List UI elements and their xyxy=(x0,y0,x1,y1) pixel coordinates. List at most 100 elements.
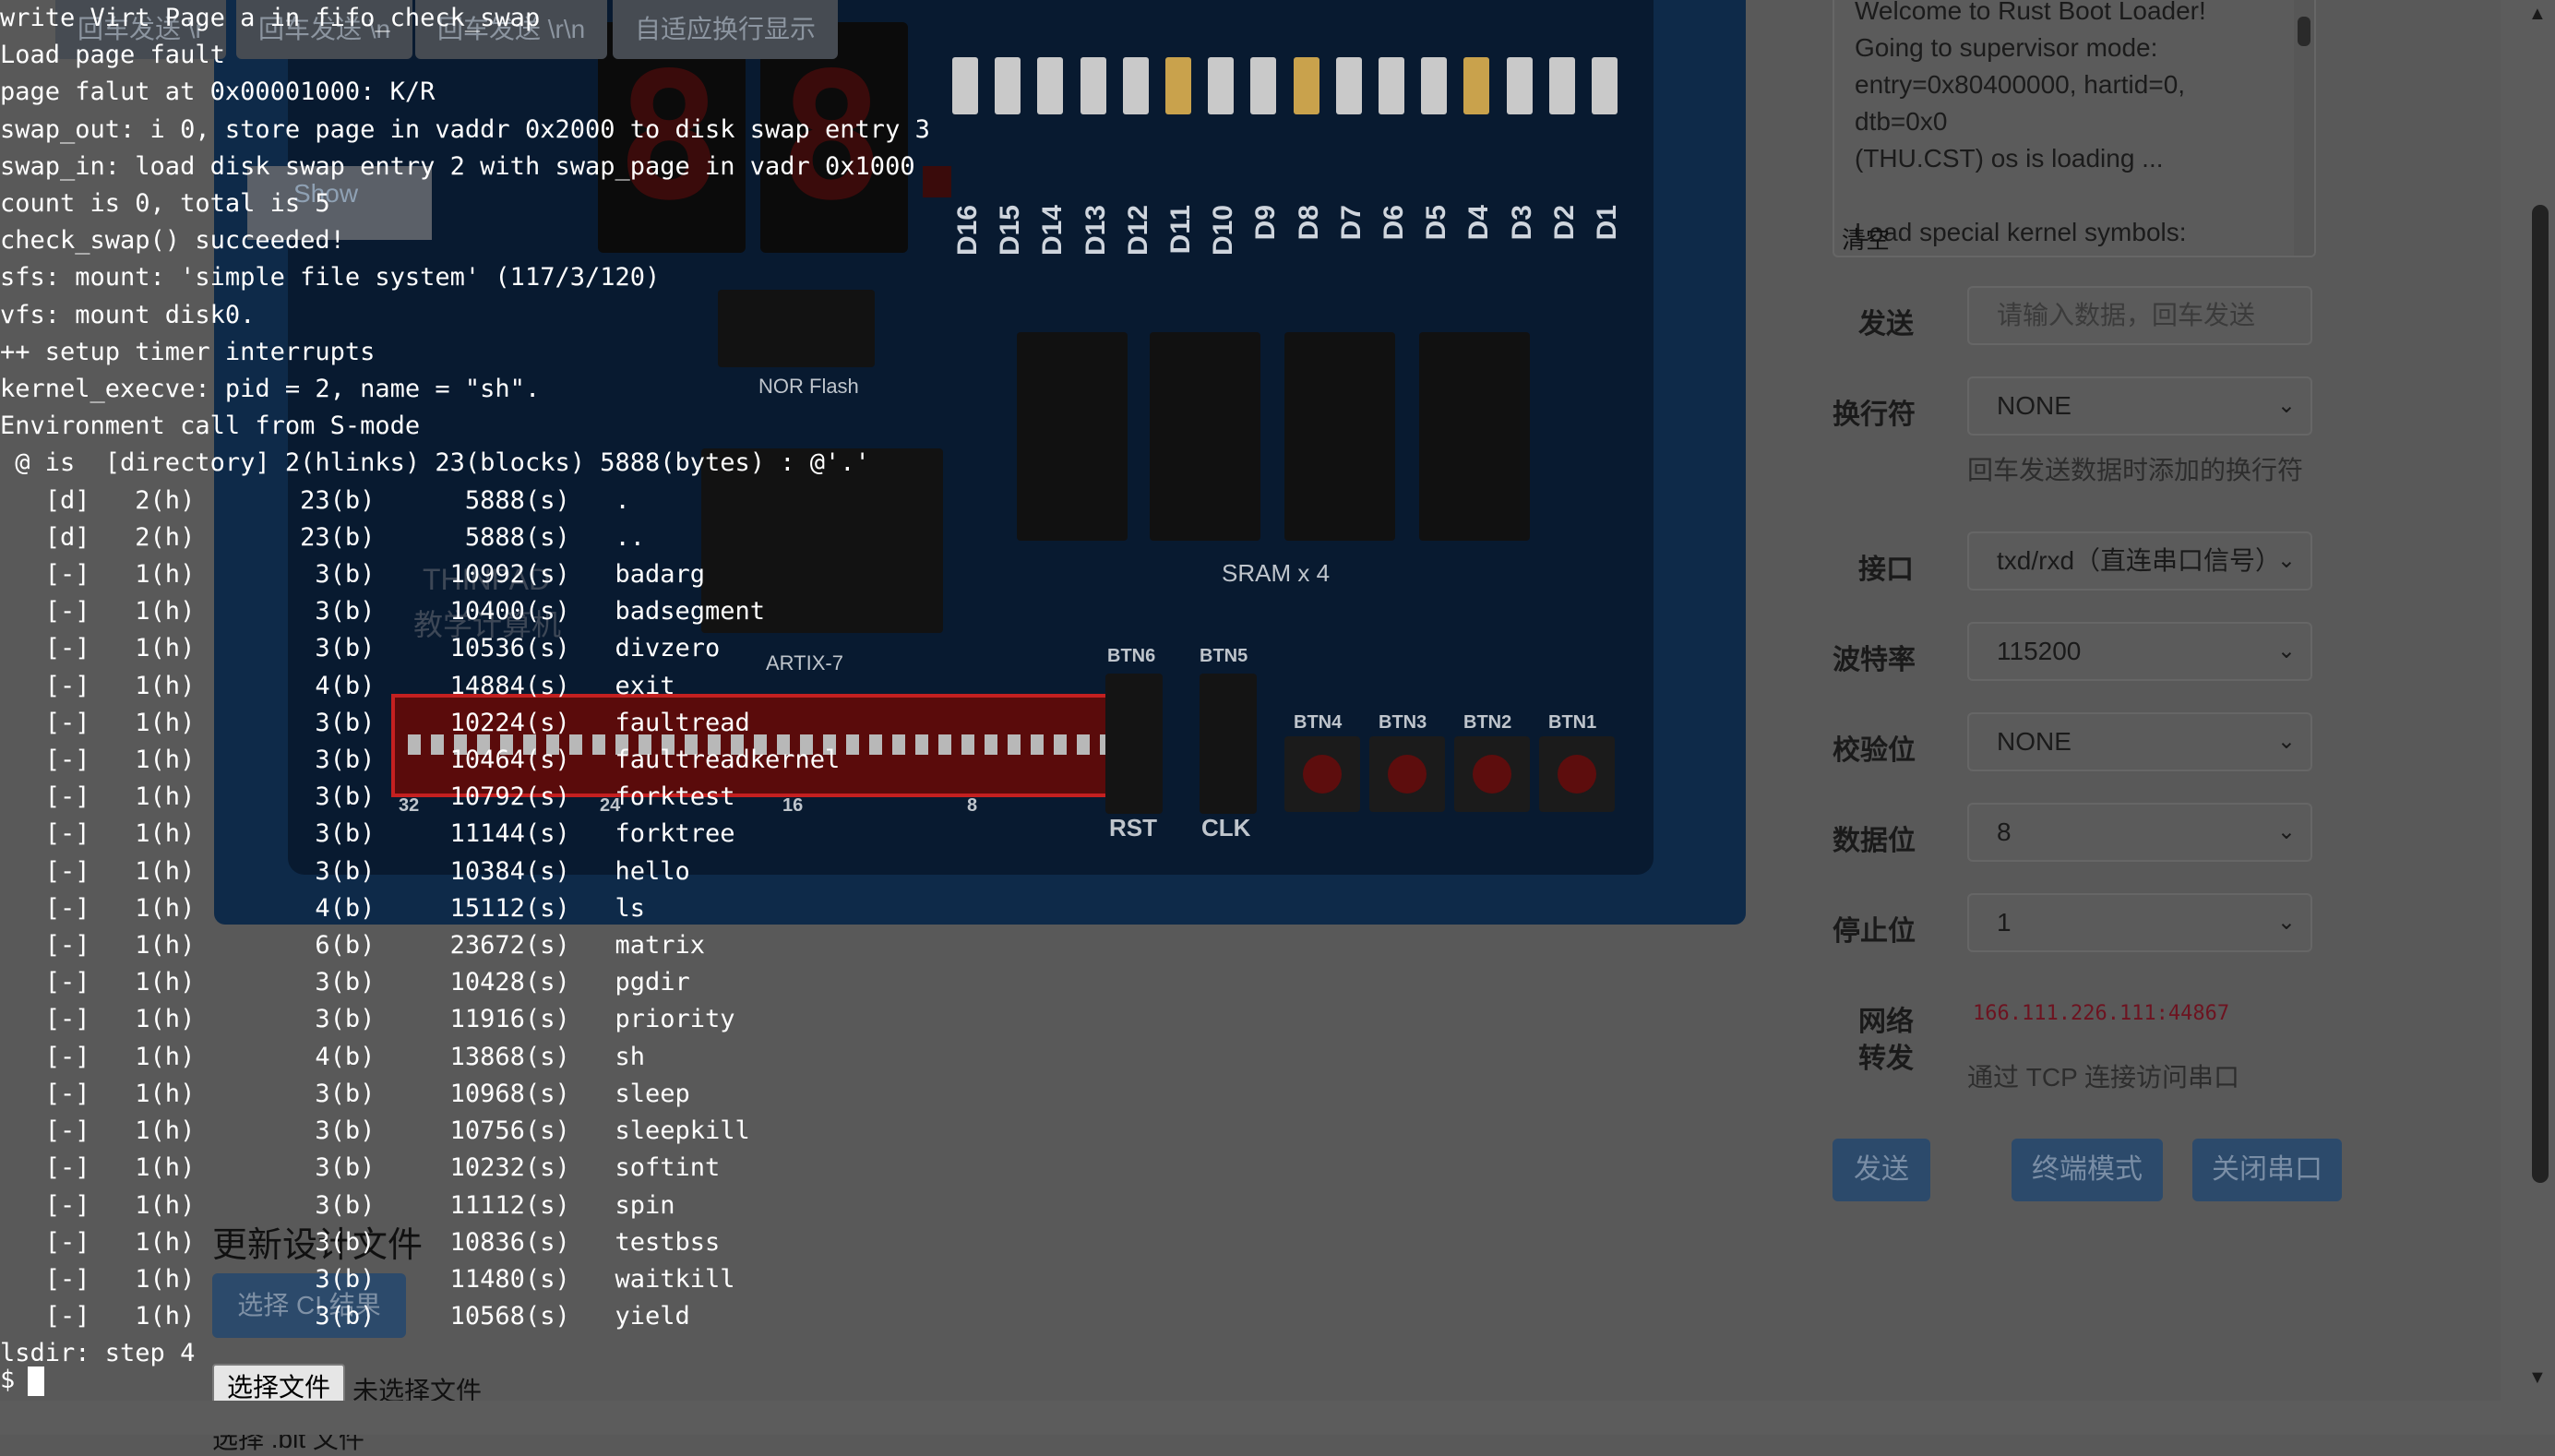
sram-chip xyxy=(1150,332,1260,541)
databits-value: 8 xyxy=(1997,818,2012,846)
terminal-line: count is 0, total is 5 xyxy=(0,189,330,219)
terminal-line: [-] 1(h) 4(b) 15112(s) ls xyxy=(0,893,645,923)
chevron-down-icon: ⌄ xyxy=(2276,819,2296,844)
chevron-down-icon: ⌄ xyxy=(2276,638,2296,663)
btn6-slide[interactable] xyxy=(1105,674,1163,814)
page-scrollbar[interactable]: ▲ ▼ xyxy=(2501,0,2555,1435)
led-label: D13 xyxy=(1080,205,1111,257)
led-d8: D8 xyxy=(1293,57,1324,240)
led-light xyxy=(1592,57,1618,114)
terminal-line: swap_out: i 0, store page in vaddr 0x200… xyxy=(0,114,930,144)
clear-button[interactable]: 清空 xyxy=(1842,221,1890,256)
dip-switch[interactable] xyxy=(1054,734,1067,755)
btn1-label: BTN1 xyxy=(1548,712,1597,733)
terminal-line: [-] 1(h) 4(b) 13868(s) sh xyxy=(0,1042,645,1071)
terminal-line: [-] 1(h) 3(b) 10400(s) badsegment xyxy=(0,597,766,627)
led-label: D5 xyxy=(1421,205,1452,241)
led-light xyxy=(952,57,978,114)
terminal-line: [-] 1(h) 3(b) 10224(s) faultread xyxy=(0,708,750,737)
dip-switch[interactable] xyxy=(938,734,951,755)
parity-label: 校验位 xyxy=(1833,735,1916,766)
led-light xyxy=(1463,57,1490,114)
terminal-line: swap_in: load disk swap entry 2 with swa… xyxy=(0,151,915,181)
dip-switch[interactable] xyxy=(985,734,997,755)
sram-chip xyxy=(1284,332,1395,541)
terminal-prompt[interactable]: $ xyxy=(0,1366,45,1396)
send-label: 发送 xyxy=(1858,309,1914,340)
led-label: D16 xyxy=(952,205,983,257)
net-forward-address[interactable]: 166.111.226.111:44867 xyxy=(1973,1002,2229,1025)
prompt-symbol: $ xyxy=(0,1366,16,1394)
scroll-down-icon[interactable]: ▼ xyxy=(2528,1367,2547,1389)
led-label: D8 xyxy=(1293,205,1324,241)
btn5-label: BTN5 xyxy=(1200,646,1248,666)
sram-chip xyxy=(1419,332,1530,541)
dip-switch[interactable] xyxy=(1008,734,1021,755)
parity-select[interactable]: NONE ⌄ xyxy=(1967,712,2312,771)
push-button-btn4[interactable] xyxy=(1284,736,1360,812)
led-light xyxy=(1548,57,1575,114)
led-d14: D14 xyxy=(1037,57,1068,256)
terminal-line: write Virt Page a in fifo_check_swap xyxy=(0,4,541,32)
terminal-line: ++ setup timer interrupts xyxy=(0,337,376,366)
terminal-output[interactable]: write Virt Page a in fifo_check_swap Load… xyxy=(0,0,930,1373)
sram-chip xyxy=(1017,332,1128,541)
led-label: D6 xyxy=(1379,205,1409,241)
btn6-label: BTN6 xyxy=(1107,646,1156,666)
send-input[interactable]: 请输入数据，回车发送 xyxy=(1967,286,2312,345)
terminal-line: vfs: mount disk0. xyxy=(0,300,256,329)
led-light xyxy=(1379,57,1404,114)
serial-log-box[interactable]: Welcome to Rust Boot Loader! Going to su… xyxy=(1833,0,2316,257)
led-d15: D15 xyxy=(995,57,1025,256)
close-port-button[interactable]: 关闭串口 xyxy=(2192,1139,2342,1201)
stopbits-value: 1 xyxy=(1997,908,2012,937)
btn5-slide[interactable] xyxy=(1200,674,1257,814)
led-d2: D2 xyxy=(1548,57,1580,240)
push-button-btn1[interactable] xyxy=(1539,736,1615,812)
baud-select[interactable]: 115200 ⌄ xyxy=(1967,622,2312,681)
dip-switch[interactable] xyxy=(1077,734,1090,755)
terminal-line: [-] 1(h) 4(b) 14884(s) exit xyxy=(0,671,675,700)
stopbits-select[interactable]: 1 ⌄ xyxy=(1967,893,2312,952)
newline-help: 回车发送数据时添加的换行符 xyxy=(1967,456,2304,484)
led-label: D3 xyxy=(1506,205,1537,241)
horizontal-scrollbar[interactable] xyxy=(0,1401,2501,1435)
terminal-line: sfs: mount: 'simple file system' (117/3/… xyxy=(0,263,661,292)
port-select[interactable]: txd/rxd（直连串口信号） ⌄ xyxy=(1967,531,2312,591)
dip-switch[interactable] xyxy=(961,734,974,755)
led-d10: D10 xyxy=(1208,57,1238,256)
terminal-line: Load page fault xyxy=(0,41,225,70)
led-d1: D1 xyxy=(1592,57,1622,240)
btn2-label: BTN2 xyxy=(1463,712,1512,733)
newline-select[interactable]: NONE ⌄ xyxy=(1967,376,2312,436)
led-d4: D4 xyxy=(1463,57,1494,240)
led-d11: D11 xyxy=(1165,57,1196,254)
send-button[interactable]: 发送 xyxy=(1833,1139,1930,1201)
terminal-line: [-] 1(h) 3(b) 10232(s) softint xyxy=(0,1153,721,1183)
log-scrollbar[interactable] xyxy=(2294,0,2314,256)
dip-switch[interactable] xyxy=(1031,734,1044,755)
led-light xyxy=(1080,57,1106,114)
terminal-line: [-] 1(h) 3(b) 11916(s) priority xyxy=(0,1005,735,1034)
terminal-line: @ is [directory] 2(hlinks) 23(blocks) 58… xyxy=(0,448,870,478)
push-button-btn2[interactable] xyxy=(1454,736,1530,812)
terminal-cursor xyxy=(28,1366,45,1396)
scrollbar-thumb[interactable] xyxy=(2532,205,2549,1183)
terminal-line: [-] 1(h) 3(b) 11144(s) forktree xyxy=(0,819,735,849)
stopbits-label: 停止位 xyxy=(1833,916,1916,947)
led-label: D12 xyxy=(1122,205,1153,257)
terminal-line: [-] 1(h) 3(b) 10384(s) hello xyxy=(0,856,690,886)
terminal-line: [-] 1(h) 3(b) 10992(s) badarg xyxy=(0,560,706,590)
terminal-mode-button[interactable]: 终端模式 xyxy=(2012,1139,2163,1201)
led-label: D10 xyxy=(1208,205,1239,257)
databits-label: 数据位 xyxy=(1833,826,1916,856)
led-d12: D12 xyxy=(1122,57,1153,256)
terminal-line: [-] 1(h) 3(b) 10792(s) forktest xyxy=(0,782,735,812)
terminal-line: lsdir: step 4 xyxy=(0,1339,196,1368)
push-button-btn3[interactable] xyxy=(1369,736,1445,812)
terminal-line: [-] 1(h) 3(b) 10968(s) sleep xyxy=(0,1079,690,1108)
scroll-up-icon[interactable]: ▲ xyxy=(2528,4,2547,25)
led-d6: D6 xyxy=(1379,57,1409,240)
databits-select[interactable]: 8 ⌄ xyxy=(1967,803,2312,862)
baud-label: 波特率 xyxy=(1833,645,1916,675)
